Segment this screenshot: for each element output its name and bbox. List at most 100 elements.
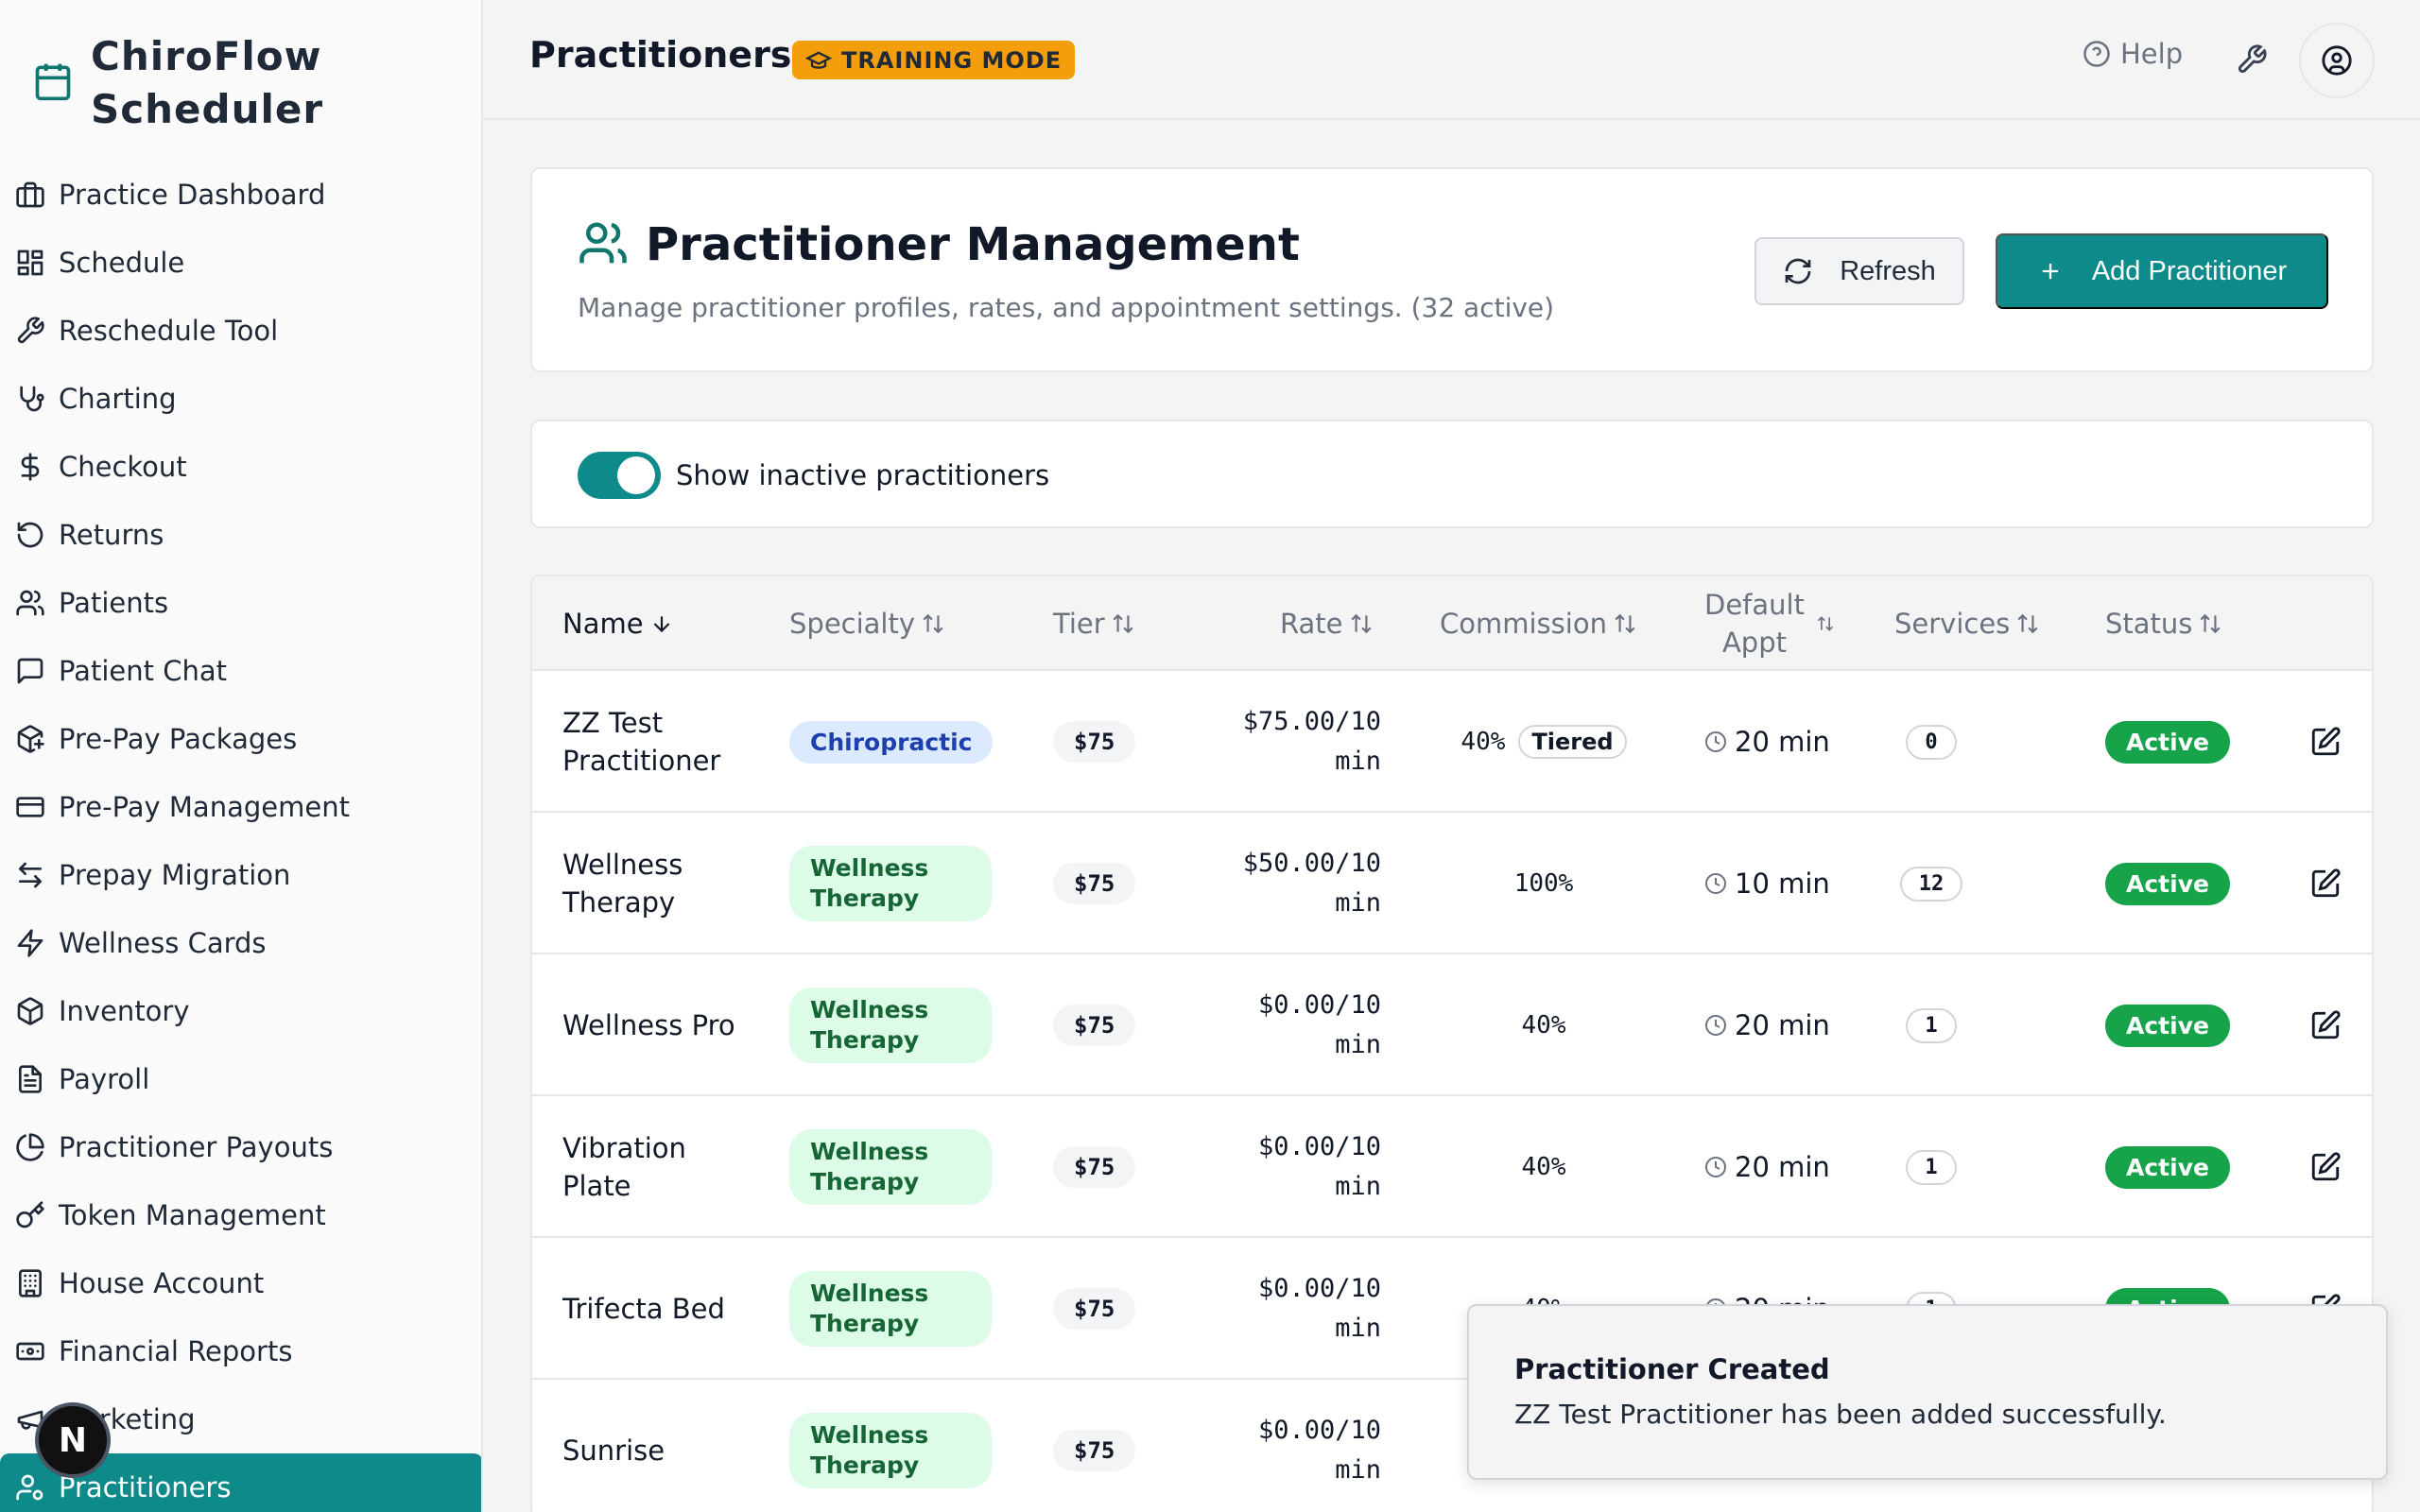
sidebar-item-practice-dashboard[interactable]: Practice Dashboard: [0, 161, 481, 229]
table-row[interactable]: Wellness Pro Wellness Therapy $75 $0.00/10 …: [532, 954, 2372, 1096]
tier-badge: $75: [1053, 1288, 1136, 1330]
specialty-badge: Wellness Therapy: [789, 846, 992, 921]
rate-cell: $0.00/10 min: [1257, 990, 1381, 1059]
wrench-icon[interactable]: [2236, 43, 2268, 76]
users-icon: [579, 222, 627, 264]
sidebar-item-patients[interactable]: Patients: [0, 569, 481, 637]
edit-button[interactable]: [2309, 813, 2342, 954]
default-appt-cell: 20 min: [1704, 671, 1830, 813]
services-cell: 0: [1875, 671, 1988, 813]
column-tier[interactable]: Tier: [1053, 576, 1135, 671]
column-services[interactable]: Services: [1894, 576, 2040, 671]
sidebar-item-label: Practitioner Payouts: [59, 1131, 334, 1163]
toast-notification[interactable]: Practitioner Created ZZ Test Practitione…: [1467, 1304, 2388, 1480]
sidebar-item-reschedule-tool[interactable]: Reschedule Tool: [0, 297, 481, 365]
sidebar-item-schedule[interactable]: Schedule: [0, 229, 481, 297]
sidebar-item-pre-pay-packages[interactable]: Pre-Pay Packages: [0, 705, 481, 773]
column-default-appt-line2: Appt: [1721, 627, 1787, 659]
edit-button[interactable]: [2309, 954, 2342, 1096]
services-cell: 12: [1875, 813, 1988, 954]
add-practitioner-label: Add Practitioner: [2091, 255, 2288, 286]
sidebar-item-label: Pre-Pay Management: [59, 791, 350, 823]
services-cell: 1: [1875, 1096, 1988, 1238]
sidebar-item-prepay-migration[interactable]: Prepay Migration: [0, 841, 481, 909]
avatar[interactable]: N: [35, 1402, 111, 1478]
commission-value: 40%: [1521, 1153, 1566, 1181]
sidebar-item-house-account[interactable]: House Account: [0, 1249, 481, 1317]
refresh-button[interactable]: Refresh: [1754, 237, 1964, 305]
sidebar-item-practitioner-payouts[interactable]: Practitioner Payouts: [0, 1113, 481, 1181]
sidebar-item-pre-pay-management[interactable]: Pre-Pay Management: [0, 773, 481, 841]
column-default-appt[interactable]: Default Appt: [1704, 576, 1835, 671]
package-plus-icon: [17, 725, 44, 753]
banknote-icon: [16, 1342, 44, 1361]
default-appt-cell: 10 min: [1704, 813, 1830, 954]
sidebar-item-label: Inventory: [59, 995, 190, 1027]
sidebar-item-label: Patients: [59, 587, 169, 619]
user-circle-icon: [2322, 45, 2352, 76]
edit-button[interactable]: [2309, 1096, 2342, 1238]
refresh-label: Refresh: [1840, 255, 1936, 286]
specialty-badge: Wellness Therapy: [789, 1271, 992, 1347]
tier-cell: $75: [1053, 1380, 1136, 1512]
commission-value: 100%: [1513, 869, 1574, 898]
table-row[interactable]: Vibration Plate Wellness Therapy $75 $0.00/…: [532, 1096, 2372, 1238]
clock-icon: [1705, 873, 1726, 894]
help-button[interactable]: Help: [2083, 38, 2183, 70]
toast-message: ZZ Test Practitioner has been added succ…: [1514, 1399, 2167, 1430]
sidebar-item-payroll[interactable]: Payroll: [0, 1045, 481, 1113]
specialty-cell: Wellness Therapy: [789, 954, 992, 1096]
edit-icon: [2311, 727, 2341, 756]
management-card: Practitioner Management Manage practitio…: [530, 167, 2374, 372]
plus-icon: [2042, 263, 2058, 280]
rate-cell: $0.00/10 min: [1257, 1274, 1381, 1343]
column-commission[interactable]: Commission: [1440, 576, 1637, 671]
file-icon: [19, 1065, 42, 1093]
edit-icon: [2311, 1010, 2341, 1040]
practitioner-name: Trifecta Bed: [562, 1293, 725, 1325]
table-row[interactable]: Wellness Therapy Wellness Therapy $75 $50.0…: [532, 813, 2372, 954]
sidebar-item-patient-chat[interactable]: Patient Chat: [0, 637, 481, 705]
add-practitioner-button[interactable]: Add Practitioner: [1996, 233, 2328, 309]
sort-icon: [1817, 616, 1834, 631]
sidebar-item-token-management[interactable]: Token Management: [0, 1181, 481, 1249]
rate-cell: $0.00/10 min: [1257, 1416, 1381, 1485]
edit-button[interactable]: [2309, 671, 2342, 813]
sidebar-item-label: Returns: [59, 519, 164, 551]
practitioner-name: Sunrise: [562, 1435, 666, 1467]
management-title: Practitioner Management: [646, 218, 1300, 271]
tiered-badge: Tiered: [1518, 725, 1627, 759]
sidebar-item-label: House Account: [59, 1267, 265, 1299]
sidebar-item-inventory[interactable]: Inventory: [0, 977, 481, 1045]
pie-chart-icon: [16, 1133, 44, 1161]
sidebar-item-checkout[interactable]: Checkout: [0, 433, 481, 501]
tier-cell: $75: [1053, 1238, 1136, 1380]
column-services-label: Services: [1894, 608, 2011, 640]
sidebar-item-label: Reschedule Tool: [59, 315, 279, 347]
column-rate[interactable]: Rate: [1280, 576, 1374, 671]
table-header: Name Specialty Tier Rate Commission Defa…: [532, 576, 2372, 671]
table-row[interactable]: ZZ Test Practitioner Chiropractic $75 $75.0…: [532, 671, 2372, 813]
specialty-badge: Wellness Therapy: [789, 988, 992, 1063]
show-inactive-toggle[interactable]: [578, 452, 661, 499]
specialty-cell: Wellness Therapy: [789, 1096, 992, 1238]
tier-cell: $75: [1053, 954, 1136, 1096]
sidebar-item-returns[interactable]: Returns: [0, 501, 481, 569]
building-bank-icon: [19, 1269, 42, 1297]
clock-icon: [1705, 1015, 1726, 1036]
stethoscope-icon: [20, 386, 44, 412]
default-appt-cell: 20 min: [1704, 954, 1830, 1096]
sidebar-item-wellness-cards[interactable]: Wellness Cards: [0, 909, 481, 977]
specialty-badge: Chiropractic: [789, 720, 994, 764]
column-name[interactable]: Name: [562, 576, 674, 671]
user-menu-button[interactable]: [2299, 23, 2375, 98]
sidebar-item-label: Patient Chat: [59, 655, 227, 687]
building-icon: [16, 181, 44, 208]
sidebar-item-charting[interactable]: Charting: [0, 365, 481, 433]
rate-cell: $0.00/10 min: [1257, 1132, 1381, 1201]
column-specialty[interactable]: Specialty: [789, 576, 945, 671]
sidebar-item-financial-reports[interactable]: Financial Reports: [0, 1317, 481, 1385]
sidebar-nav: Practice Dashboard Schedule Reschedule Too…: [0, 161, 481, 1512]
column-status[interactable]: Status: [2105, 576, 2222, 671]
brand-line-2: Scheduler: [91, 86, 324, 132]
